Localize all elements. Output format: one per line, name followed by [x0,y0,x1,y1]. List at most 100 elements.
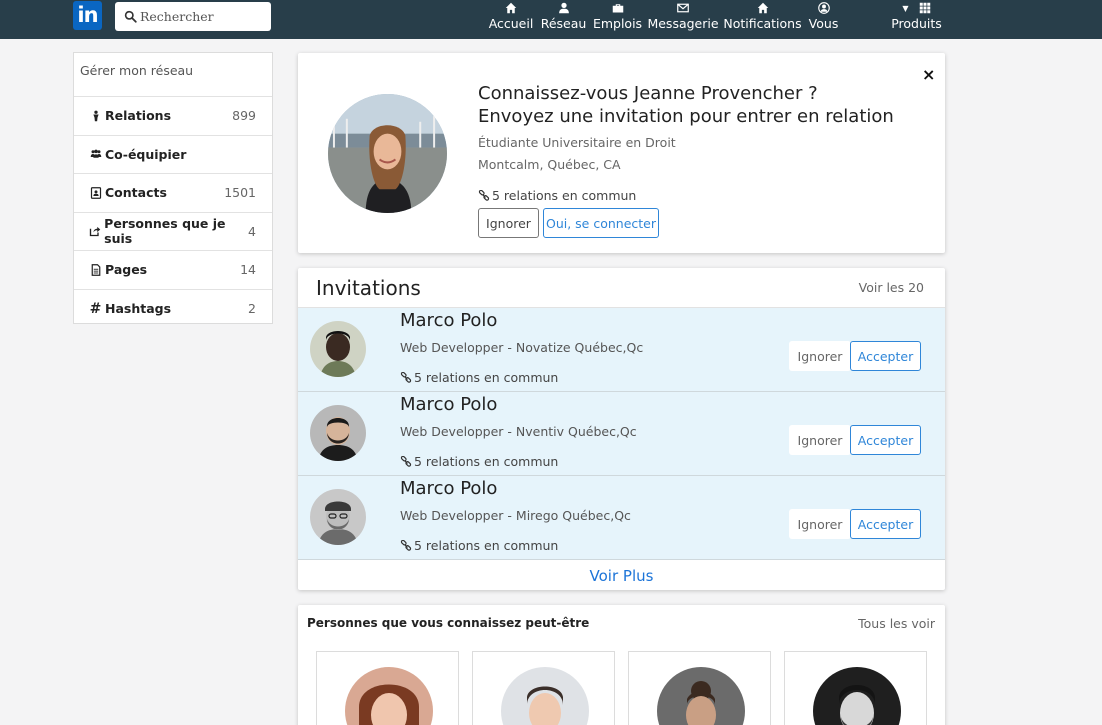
person-card[interactable] [316,651,459,725]
avatar[interactable] [310,405,366,461]
invitation-name[interactable]: Marco Polo [400,478,497,499]
nav-label: Réseau [540,16,587,31]
hashtag-icon: # [89,300,102,317]
invitations-title: Invitations [316,275,421,300]
connect-button[interactable]: Oui, se connecter [543,208,659,238]
invitations-panel: Invitations Voir les 20 Marco Polo Web D… [298,268,945,590]
home-icon [757,1,769,15]
invitation-name[interactable]: Marco Polo [400,310,497,331]
sidebar-item-count: 2 [248,301,256,317]
invitation-row: Marco Polo Web Developper - Nventiv Québ… [298,392,945,476]
top-navigation-bar: in Accueil Réseau Emplois Messagerie Not… [0,0,1102,39]
person-card[interactable] [472,651,615,725]
avatar[interactable] [310,489,366,545]
mutual-connections[interactable]: 5 relations en commun [400,370,558,385]
avatar[interactable] [328,94,447,213]
mutual-connections[interactable]: 5 relations en commun [400,538,558,553]
sidebar-item-count: 899 [232,108,256,124]
invitation-row: Marco Polo Web Developper - Mirego Québe… [298,476,945,560]
nav-label: Messagerie [647,16,719,31]
share-icon [89,225,101,238]
search-box[interactable] [115,2,271,31]
linkedin-logo[interactable]: in [73,1,102,30]
close-icon[interactable]: × [922,65,935,84]
link-icon [400,539,412,551]
accept-button[interactable]: Accepter [850,341,921,371]
mutual-connections-label: 5 relations en commun [414,370,559,385]
envelope-icon [677,1,689,15]
mutual-connections-label: 5 relations en commun [492,188,637,203]
nav-accueil[interactable]: Accueil [488,0,534,39]
ignore-button[interactable]: Ignorer [478,208,539,238]
see-all-pymk-link[interactable]: Tous les voir [858,616,935,631]
nav-notifications[interactable]: Notifications [723,0,802,39]
accept-button[interactable]: Accepter [850,425,921,455]
suggestion-title: Connaissez-vous Jeanne Provencher ? Envo… [478,83,894,127]
sidebar-item-count: 14 [240,262,256,278]
mutual-connections-label: 5 relations en commun [414,454,559,469]
nav-label: Emplois [592,16,643,31]
avatar[interactable] [813,667,901,725]
sidebar-item-label: Contacts [105,185,167,201]
pymk-title: Personnes que vous connaissez peut-être [307,616,590,630]
suggestion-headline: Étudiante Universitaire en Droit [478,135,676,150]
nav-messagerie[interactable]: Messagerie [647,0,719,39]
manage-network-sidebar: Gérer mon réseau Relations 899 Co-équipi… [73,52,273,324]
invitation-headline: Web Developper - Mirego Québec,Qc [400,508,631,523]
mutual-connections[interactable]: 5 relations en commun [400,454,558,469]
sidebar-item-co-equipier[interactable]: Co-équipier [74,136,272,174]
sidebar-item-contacts[interactable]: Contacts 1501 [74,174,272,213]
caret-down-icon: ▼ [902,3,909,13]
person-icon [89,109,102,122]
nav-produits[interactable]: ▼ Produits [891,0,942,39]
person-card[interactable] [628,651,771,725]
see-more-button[interactable]: Voir Plus [298,560,945,592]
avatar[interactable] [501,667,589,725]
users-icon [89,148,102,161]
file-icon [89,263,102,276]
sidebar-item-label: Pages [105,262,148,278]
grid-icon: ▼ [902,1,930,15]
sidebar-item-count: 4 [248,223,256,239]
sidebar-item-label: Personnes que je suis [104,216,226,247]
avatar[interactable] [657,667,745,725]
avatar[interactable] [310,321,366,377]
link-icon [400,371,412,383]
sidebar-item-relations[interactable]: Relations 899 [74,97,272,136]
invitation-name[interactable]: Marco Polo [400,394,497,415]
nav-vous[interactable]: Vous [809,0,838,39]
mutual-connections-label: 5 relations en commun [414,538,559,553]
see-all-invitations-link[interactable]: Voir les 20 [859,280,924,295]
sidebar-item-hashtags[interactable]: # Hashtags 2 [74,290,272,329]
sidebar-item-count: 1501 [224,185,256,201]
suggestion-location: Montcalm, Québec, CA [478,157,621,172]
connection-suggestion-card: × Connaissez-vous Jeanne Provencher ? En… [298,53,945,253]
nav-label: Accueil [488,16,534,31]
sidebar-title: Gérer mon réseau [74,53,272,97]
avatar[interactable] [345,667,433,725]
invitation-headline: Web Developper - Nventiv Québec,Qc [400,424,637,439]
sidebar-item-label: Hashtags [105,301,172,317]
link-icon [400,455,412,467]
ignore-button[interactable]: Ignorer [789,341,851,371]
ignore-button[interactable]: Ignorer [789,425,851,455]
user-icon [558,1,570,15]
home-icon [505,1,517,15]
sidebar-item-pages[interactable]: Pages 14 [74,251,272,290]
person-card[interactable] [784,651,927,725]
sidebar-item-personnes-que-je-suis[interactable]: Personnes que je suis 4 [74,213,272,251]
nav-emplois[interactable]: Emplois [592,0,643,39]
people-you-may-know-panel: Personnes que vous connaissez peut-être … [298,605,945,725]
link-icon [478,189,490,201]
search-icon [124,10,137,23]
ignore-button[interactable]: Ignorer [789,509,851,539]
accept-button[interactable]: Accepter [850,509,921,539]
mutual-connections[interactable]: 5 relations en commun [478,188,636,203]
invitation-row: Marco Polo Web Developper - Novatize Qué… [298,308,945,392]
user-circle-icon [817,1,830,15]
briefcase-icon [612,1,624,15]
search-input[interactable] [140,9,260,24]
sidebar-item-label: Co-équipier [105,146,187,162]
nav-label: Produits [891,16,942,31]
nav-reseau[interactable]: Réseau [540,0,587,39]
